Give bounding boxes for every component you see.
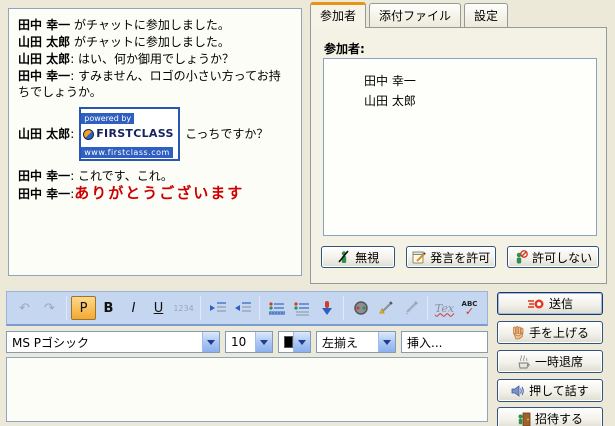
move-down-icon[interactable] bbox=[314, 296, 339, 320]
chevron-down-icon[interactable] bbox=[378, 332, 395, 352]
chat-message: 山田 太郎 がチャットに参加しました。 bbox=[18, 34, 292, 50]
bold-button[interactable]: B bbox=[96, 296, 121, 320]
font-name-select[interactable]: MS Pゴシック bbox=[6, 331, 220, 353]
chevron-down-icon[interactable] bbox=[202, 332, 219, 352]
formatting-toolbar: ↶ ↷ P B I U 1234 bbox=[6, 291, 488, 326]
message-text: : これです、これ。 bbox=[70, 169, 173, 183]
signature-icon[interactable]: Tex bbox=[432, 296, 457, 320]
message-text: こっちですか？ bbox=[185, 126, 268, 142]
message-text: がチャットに参加しました。 bbox=[70, 18, 230, 32]
fixed-size-button[interactable]: 1234 bbox=[171, 296, 196, 320]
hand-icon bbox=[511, 326, 525, 340]
tab-settings[interactable]: 設定 bbox=[464, 3, 508, 28]
plain-style-button[interactable]: P bbox=[71, 296, 96, 320]
raise-hand-button[interactable]: 手を上げる bbox=[497, 321, 603, 344]
toolbar-separator bbox=[259, 296, 260, 320]
door-person-icon bbox=[517, 412, 531, 426]
panel-tabs: 参加者 添付ファイル 設定 bbox=[310, 4, 511, 28]
ignore-button[interactable]: 無視 bbox=[321, 246, 395, 268]
invite-button[interactable]: 招待する bbox=[497, 407, 603, 426]
chat-message: 田中 幸一 がチャットに参加しました。 bbox=[18, 17, 292, 33]
send-button[interactable]: 送信 bbox=[497, 292, 603, 315]
list-style-hatched-icon[interactable] bbox=[264, 296, 289, 320]
format-apply-icon[interactable] bbox=[398, 296, 423, 320]
coffee-cup-icon bbox=[517, 355, 531, 369]
toolbar-separator bbox=[427, 296, 428, 320]
disallow-button[interactable]: 許可しない bbox=[507, 246, 599, 268]
sender-name: 田中 幸一 bbox=[18, 169, 70, 183]
list-style-icon[interactable] bbox=[289, 296, 314, 320]
chat-message: 田中 幸一: これです、これ。 bbox=[18, 168, 292, 184]
redo-icon[interactable]: ↷ bbox=[37, 296, 62, 320]
italic-button[interactable]: I bbox=[121, 296, 146, 320]
person-no-icon bbox=[514, 250, 528, 264]
participant-item[interactable]: 山田 太郎 bbox=[324, 91, 596, 111]
chat-window: 田中 幸一 がチャットに参加しました。 山田 太郎 がチャットに参加しました。 … bbox=[0, 0, 615, 426]
alignment-select[interactable]: 左揃え bbox=[316, 331, 396, 353]
undo-icon[interactable]: ↶ bbox=[12, 296, 37, 320]
step-away-button[interactable]: 一時退席 bbox=[497, 350, 603, 373]
emphasized-message-text: ありがとうございます bbox=[74, 184, 244, 202]
spellcheck-icon[interactable]: ABC✓ bbox=[457, 296, 482, 320]
toolbar-separator bbox=[200, 296, 201, 320]
logo-url: www.firstclass.com bbox=[81, 147, 173, 158]
tab-participants[interactable]: 参加者 bbox=[310, 2, 366, 28]
tab-attachments[interactable]: 添付ファイル bbox=[369, 3, 461, 28]
font-size-select[interactable]: 10 bbox=[225, 331, 273, 353]
chat-message: 田中 幸一:ありがとうございます bbox=[18, 185, 292, 202]
firstclass-logo: powered by FIRSTCLASS www.firstclass.com bbox=[79, 107, 180, 161]
participants-list[interactable]: 田中 幸一 山田 太郎 bbox=[323, 58, 597, 236]
chevron-down-icon[interactable] bbox=[293, 332, 310, 352]
moderation-buttons: 無視 発言を許可 許可しない bbox=[321, 246, 599, 268]
globe-icon bbox=[83, 129, 94, 140]
sender-name: 山田 太郎 bbox=[18, 35, 70, 49]
participants-label: 参加者: bbox=[324, 40, 365, 57]
message-text: : はい、何か御用でしょうか？ bbox=[70, 52, 234, 66]
sender-name: 山田 太郎 bbox=[18, 52, 70, 66]
send-icon bbox=[527, 297, 545, 311]
logo-brand: FIRSTCLASS bbox=[96, 126, 173, 142]
logo-powered-by: powered by bbox=[81, 113, 134, 124]
insert-select[interactable]: 挿入... bbox=[401, 331, 488, 353]
allow-speech-button[interactable]: 発言を許可 bbox=[406, 246, 496, 268]
history-wheel-icon[interactable] bbox=[348, 296, 373, 320]
chat-message: 山田 太郎: はい、何か御用でしょうか？ bbox=[18, 51, 292, 67]
chevron-down-icon[interactable] bbox=[255, 332, 272, 352]
color-swatch bbox=[284, 336, 293, 348]
push-to-talk-button[interactable]: 押して話す bbox=[497, 379, 603, 402]
text-color-select[interactable] bbox=[278, 331, 311, 353]
font-settings-row: MS Pゴシック 10 左揃え 挿入... bbox=[6, 331, 488, 354]
chat-message: 田中 幸一: すみません、ロゴの小さい方ってお持ちでしょうか。 bbox=[18, 68, 292, 100]
indent-increase-icon[interactable] bbox=[205, 296, 230, 320]
sender-name: 田中 幸一 bbox=[18, 69, 70, 83]
person-slash-icon bbox=[337, 250, 351, 264]
underline-button[interactable]: U bbox=[146, 296, 171, 320]
toolbar-separator bbox=[66, 296, 67, 320]
toolbar-separator bbox=[343, 296, 344, 320]
sender-name: 田中 幸一 bbox=[18, 187, 70, 201]
participants-panel: 参加者: 田中 幸一 山田 太郎 無視 発言を許可 許 bbox=[310, 27, 607, 284]
chat-message-with-logo: 山田 太郎: powered by FIRSTCLASS www.firstcl… bbox=[18, 107, 292, 161]
chat-transcript[interactable]: 田中 幸一 がチャットに参加しました。 山田 太郎 がチャットに参加しました。 … bbox=[8, 8, 302, 276]
sender-name: 田中 幸一 bbox=[18, 18, 70, 32]
message-text: がチャットに参加しました。 bbox=[70, 35, 230, 49]
speaker-icon bbox=[511, 384, 525, 398]
indent-decrease-icon[interactable] bbox=[230, 296, 255, 320]
sender-name: 山田 太郎: bbox=[18, 126, 74, 142]
notepad-pencil-icon bbox=[412, 250, 426, 264]
format-picker-icon[interactable] bbox=[373, 296, 398, 320]
message-input[interactable] bbox=[6, 357, 488, 422]
participant-item[interactable]: 田中 幸一 bbox=[324, 71, 596, 91]
